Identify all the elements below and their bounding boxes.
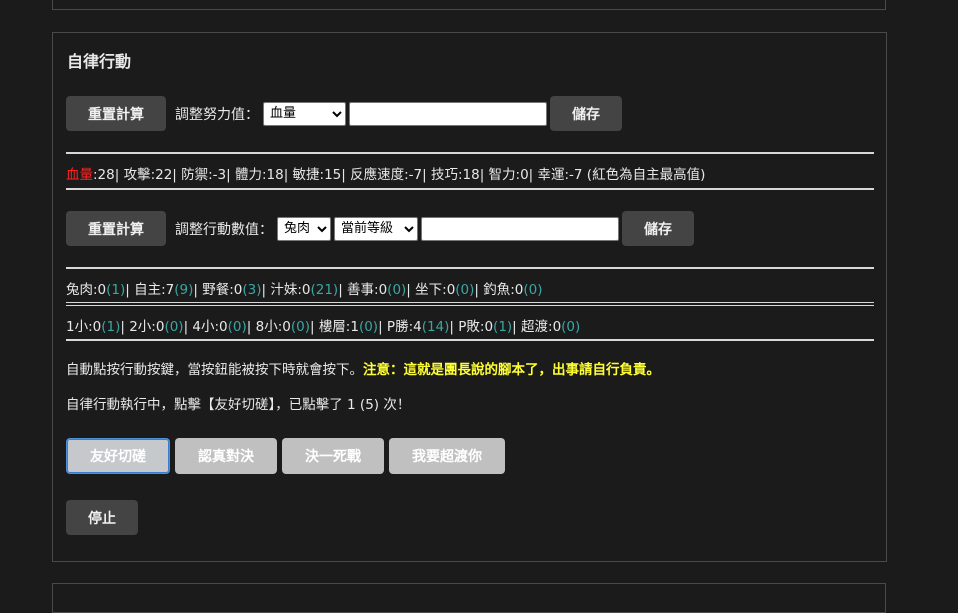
count-extra: (0) bbox=[455, 282, 475, 298]
action-value-input[interactable] bbox=[421, 216, 619, 241]
death-match-button[interactable]: 決一死戰 bbox=[282, 438, 384, 474]
count-label: P敗:0 bbox=[458, 319, 494, 335]
double-divider bbox=[66, 302, 874, 306]
auto-status-text: 自律行動執行中，點擊【友好切磋】，已點擊了 1 (5) 次！ bbox=[66, 397, 411, 413]
count-extra: (1) bbox=[493, 319, 513, 335]
friendly-spar-button[interactable]: 友好切磋 bbox=[66, 438, 170, 474]
panel-title: 自律行動 bbox=[67, 52, 132, 71]
count-label: 4小:0 bbox=[192, 319, 228, 335]
stat-highlight: 血量 bbox=[66, 167, 93, 183]
count-extra: (0) bbox=[290, 319, 310, 335]
count-separator: | bbox=[512, 319, 522, 335]
count-extra: (9) bbox=[174, 282, 194, 298]
count-separator: | bbox=[246, 319, 256, 335]
serious-duel-button[interactable]: 認真對決 bbox=[175, 438, 277, 474]
count-label: 野餐:0 bbox=[202, 282, 243, 298]
battle-counts-line: 1小:0(1)| 2小:0(0)| 4小:0(0)| 8小:0(0)| 樓層:1… bbox=[66, 315, 580, 335]
effort-reset-button[interactable]: 重置計算 bbox=[66, 96, 166, 131]
action-level-select[interactable]: 當前等級 bbox=[334, 216, 418, 241]
count-label: 樓層:1 bbox=[318, 319, 359, 335]
stat-values: :28| 攻擊:22| 防禦:-3| 體力:18| 敏捷:15| 反應速度:-7… bbox=[93, 167, 706, 183]
auto-warning-text: 注意：這就是團長說的腳本了，出事請自行負責。 bbox=[363, 362, 660, 378]
count-separator: | bbox=[309, 319, 319, 335]
count-separator: | bbox=[406, 282, 416, 298]
count-separator: | bbox=[474, 282, 484, 298]
count-label: 自主:7 bbox=[134, 282, 175, 298]
auto-action-panel: 自律行動 重置計算 調整努力值： 血量 儲存 血量:28| 攻擊:22| 防禦:… bbox=[52, 32, 887, 562]
count-separator: | bbox=[193, 282, 203, 298]
auto-desc-text: 自動點按行動按鍵，當按鈕能被按下時就會按下。 bbox=[66, 362, 363, 378]
action-row: 重置計算 調整行動數值： 兔肉 當前等級 儲存 bbox=[66, 211, 694, 246]
stop-row: 停止 bbox=[66, 500, 138, 535]
count-extra: (0) bbox=[523, 282, 543, 298]
effort-stat-select[interactable]: 血量 bbox=[263, 101, 346, 126]
count-extra: (3) bbox=[242, 282, 262, 298]
stop-button[interactable]: 停止 bbox=[66, 500, 138, 535]
count-separator: | bbox=[261, 282, 271, 298]
count-extra: (0) bbox=[561, 319, 581, 335]
divider bbox=[66, 339, 874, 341]
count-label: 釣魚:0 bbox=[483, 282, 524, 298]
effort-row: 重置計算 調整努力值： 血量 儲存 bbox=[66, 96, 622, 131]
count-extra: (0) bbox=[358, 319, 379, 335]
count-extra: (1) bbox=[101, 319, 121, 335]
count-extra: (0) bbox=[387, 282, 407, 298]
divider bbox=[66, 267, 874, 269]
effort-adjust-label: 調整努力值： bbox=[175, 106, 259, 123]
count-label: 超渡:0 bbox=[521, 319, 562, 335]
count-label: 坐下:0 bbox=[415, 282, 456, 298]
count-label: 汁妹:0 bbox=[270, 282, 311, 298]
action-save-button[interactable]: 儲存 bbox=[622, 211, 694, 246]
count-extra: (14) bbox=[421, 319, 450, 335]
effort-save-button[interactable]: 儲存 bbox=[550, 96, 622, 131]
count-label: P勝:4 bbox=[386, 319, 422, 335]
count-extra: (1) bbox=[106, 282, 126, 298]
auto-description: 自動點按行動按鍵，當按鈕能被按下時就會按下。注意：這就是團長說的腳本了，出事請自… bbox=[66, 358, 660, 378]
action-reset-button[interactable]: 重置計算 bbox=[66, 211, 166, 246]
effort-value-input[interactable] bbox=[349, 101, 547, 126]
action-counts-line: 兔肉:0(1)| 自主:7(9)| 野餐:0(3)| 汁妹:0(21)| 善事:… bbox=[66, 278, 543, 298]
action-adjust-label: 調整行動數值： bbox=[175, 221, 273, 238]
count-label: 8小:0 bbox=[255, 319, 291, 335]
count-separator: | bbox=[120, 319, 130, 335]
next-panel bbox=[52, 583, 886, 613]
count-separator: | bbox=[449, 319, 459, 335]
battle-buttons-row: 友好切磋 認真對決 決一死戰 我要超渡你 bbox=[66, 438, 510, 474]
effort-stats-line: 血量:28| 攻擊:22| 防禦:-3| 體力:18| 敏捷:15| 反應速度:… bbox=[66, 163, 705, 183]
salvation-button[interactable]: 我要超渡你 bbox=[389, 438, 505, 474]
action-type-select[interactable]: 兔肉 bbox=[277, 216, 331, 241]
count-extra: (0) bbox=[164, 319, 184, 335]
count-extra: (0) bbox=[227, 319, 247, 335]
count-separator: | bbox=[125, 282, 135, 298]
count-label: 2小:0 bbox=[129, 319, 165, 335]
count-separator: | bbox=[338, 282, 348, 298]
divider bbox=[66, 188, 874, 190]
previous-panel bbox=[52, 0, 886, 10]
count-extra: (21) bbox=[310, 282, 339, 298]
count-separator: | bbox=[378, 319, 387, 335]
count-label: 1小:0 bbox=[66, 319, 102, 335]
divider bbox=[66, 152, 874, 154]
count-label: 兔肉:0 bbox=[66, 282, 107, 298]
count-label: 善事:0 bbox=[347, 282, 388, 298]
